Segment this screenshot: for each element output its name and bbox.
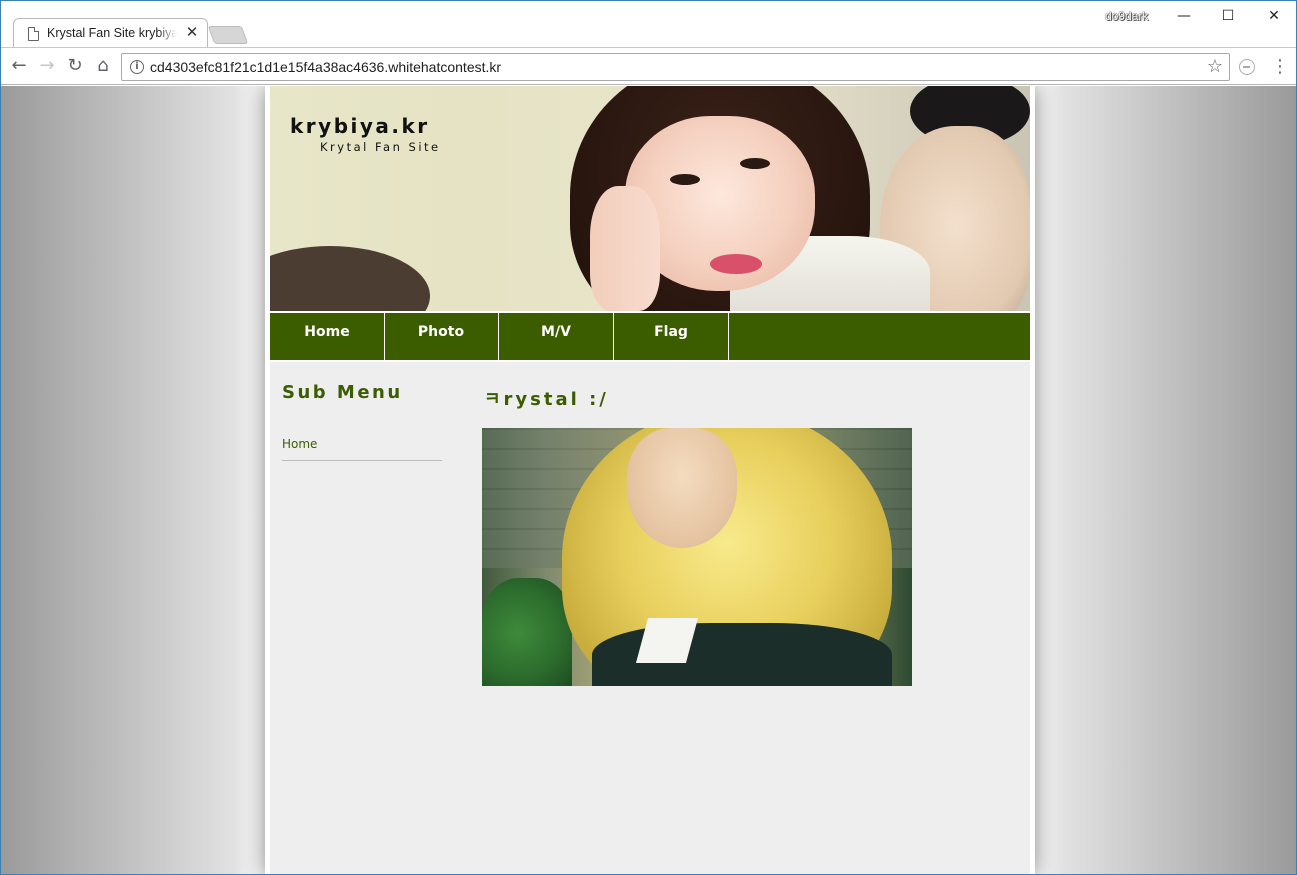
main-nav: Home Photo M/V Flag bbox=[270, 313, 1030, 360]
profile-name[interactable]: do9dark bbox=[1105, 9, 1148, 23]
nav-mv[interactable]: M/V bbox=[499, 313, 614, 360]
extension-icon[interactable] bbox=[1239, 59, 1255, 75]
site-page: krybiya.kr Krytal Fan Site Home Photo M/… bbox=[265, 86, 1035, 874]
address-bar[interactable]: i cd4303efc81f21c1d1e15f4a38ac4636.white… bbox=[121, 53, 1230, 81]
krystal-photo bbox=[482, 428, 912, 686]
site-info-icon[interactable]: i bbox=[130, 60, 144, 74]
maximize-icon[interactable]: ☐ bbox=[1205, 5, 1251, 29]
browser-menu-icon[interactable]: ⋮ bbox=[1271, 56, 1289, 78]
site-title[interactable]: krybiya.kr bbox=[290, 114, 430, 138]
tab-strip: Krystal Fan Site krybiya.kr ✕ do9dark — … bbox=[1, 1, 1296, 48]
nav-home[interactable]: Home bbox=[270, 313, 385, 360]
page-title: ㅋrystal :/ bbox=[484, 389, 609, 410]
content-area: Sub Menu Home ㅋrystal :/ bbox=[270, 362, 1030, 874]
sidebar-item-home[interactable]: Home bbox=[282, 437, 442, 461]
home-icon[interactable]: ⌂ bbox=[91, 54, 115, 78]
browser-window: Krystal Fan Site krybiya.kr ✕ do9dark — … bbox=[0, 0, 1297, 875]
minimize-icon[interactable]: — bbox=[1161, 5, 1207, 29]
browser-tab[interactable]: Krystal Fan Site krybiya.kr ✕ bbox=[13, 18, 208, 48]
tab-title: Krystal Fan Site krybiya.kr bbox=[47, 26, 177, 40]
forward-arrow-icon[interactable]: → bbox=[35, 54, 59, 78]
header-banner: krybiya.kr Krytal Fan Site bbox=[270, 86, 1030, 311]
page-viewport: krybiya.kr Krytal Fan Site Home Photo M/… bbox=[1, 86, 1296, 874]
new-tab-button[interactable] bbox=[207, 26, 249, 44]
page-icon bbox=[28, 27, 39, 41]
sidebar-title: Sub Menu bbox=[282, 382, 403, 403]
window-close-icon[interactable]: ✕ bbox=[1251, 5, 1296, 29]
reload-icon[interactable]: ↻ bbox=[63, 54, 87, 78]
site-subtitle: Krytal Fan Site bbox=[320, 140, 441, 154]
nav-photo[interactable]: Photo bbox=[384, 313, 499, 360]
nav-flag[interactable]: Flag bbox=[614, 313, 729, 360]
browser-toolbar: ← → ↻ ⌂ i cd4303efc81f21c1d1e15f4a38ac46… bbox=[1, 47, 1296, 85]
tab-close-icon[interactable]: ✕ bbox=[184, 23, 200, 41]
back-arrow-icon[interactable]: ← bbox=[7, 54, 31, 78]
url-text[interactable]: cd4303efc81f21c1d1e15f4a38ac4636.whiteha… bbox=[150, 59, 501, 75]
bookmark-star-icon[interactable]: ☆ bbox=[1207, 56, 1223, 77]
